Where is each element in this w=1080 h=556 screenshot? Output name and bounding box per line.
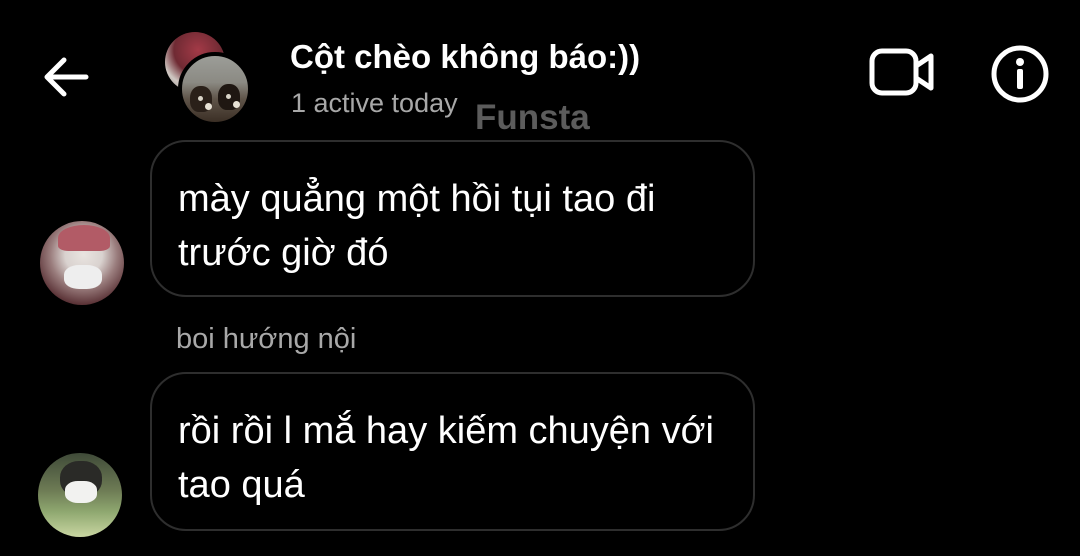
chat-title[interactable]: Cột chèo không báo:))	[290, 38, 640, 76]
group-avatar-front	[178, 52, 252, 126]
watermark: Funsta	[475, 98, 590, 137]
message-bubble[interactable]: rồi rồi l mắ hay kiếm chuyện với tao quá	[150, 372, 755, 531]
active-status: 1 active today	[291, 88, 458, 118]
info-button[interactable]	[986, 40, 1054, 108]
arrow-left-icon	[44, 57, 89, 97]
video-camera-icon	[869, 48, 934, 96]
sender-avatar[interactable]	[38, 453, 122, 537]
info-icon	[991, 45, 1049, 103]
message-text: mày quẳng một hồi tụi tao đi trước giờ đ…	[178, 178, 656, 274]
group-avatar[interactable]	[160, 30, 256, 126]
back-button[interactable]	[36, 50, 96, 104]
message-text: rồi rồi l mắ hay kiếm chuyện với tao quá	[178, 410, 714, 506]
sender-name: boi hướng nội	[176, 323, 357, 355]
message-bubble[interactable]: mày quẳng một hồi tụi tao đi trước giờ đ…	[150, 140, 755, 297]
video-call-button[interactable]	[864, 40, 940, 104]
sender-avatar[interactable]	[40, 221, 124, 305]
